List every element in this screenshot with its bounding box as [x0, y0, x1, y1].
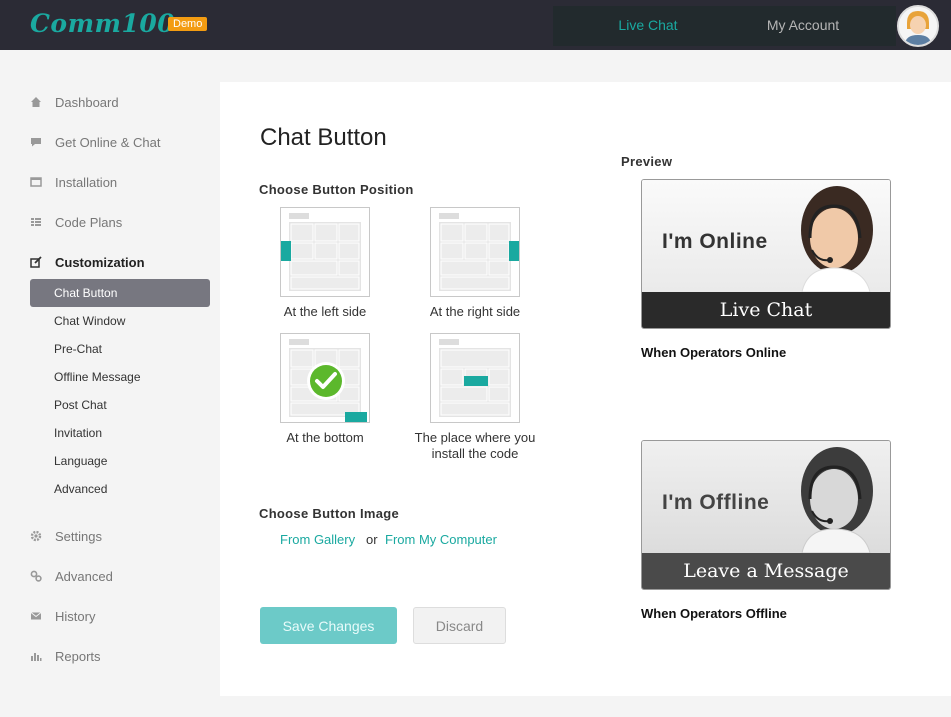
or-text: or [366, 532, 378, 547]
sub-item-offline-message[interactable]: Offline Message [30, 363, 210, 391]
position-caption-install-place: The place where you install the code [414, 430, 536, 461]
avatar[interactable] [897, 5, 939, 47]
home-icon [31, 97, 41, 107]
left-layout-icon [289, 213, 361, 291]
sidebar: Dashboard Get Online & Chat Installation… [0, 50, 220, 696]
sub-item-pre-chat[interactable]: Pre-Chat [30, 335, 210, 363]
top-nav: Live Chat My Account [553, 6, 896, 46]
sidebar-item-history[interactable]: History [30, 606, 95, 626]
sidebar-item-installation[interactable]: Installation [30, 172, 117, 192]
sidebar-item-label: Installation [55, 174, 118, 190]
chat-bubble-icon [31, 138, 41, 147]
logo[interactable]: Comm100 [30, 9, 175, 38]
offline-bar: Leave a Message [642, 553, 890, 589]
right-layout-icon [439, 213, 511, 291]
sub-item-post-chat[interactable]: Post Chat [30, 391, 210, 419]
button-marker [509, 241, 519, 261]
position-option-install-place[interactable] [430, 333, 520, 423]
preview-label: Preview [621, 154, 673, 169]
mail-icon [30, 612, 42, 620]
nav-my-account[interactable]: My Account [723, 6, 883, 46]
sub-item-chat-button[interactable]: Chat Button [30, 279, 210, 307]
sub-item-chat-window[interactable]: Chat Window [30, 307, 210, 335]
sub-item-language[interactable]: Language [30, 447, 210, 475]
sidebar-item-label: Customization [55, 254, 145, 270]
image-section-label: Choose Button Image [259, 506, 400, 521]
window-icon [30, 177, 42, 187]
sub-item-invitation[interactable]: Invitation [30, 419, 210, 447]
demo-badge: Demo [168, 17, 208, 31]
edit-icon [30, 256, 42, 268]
gear-icon [30, 530, 42, 542]
bar-chart-icon [31, 653, 42, 661]
sidebar-item-advanced[interactable]: Advanced [30, 566, 113, 586]
sidebar-item-label: Get Online & Chat [55, 134, 161, 150]
position-option-bottom[interactable] [280, 333, 370, 423]
sidebar-item-dashboard[interactable]: Dashboard [30, 92, 119, 112]
sidebar-item-label: Dashboard [55, 94, 119, 110]
position-option-right[interactable] [430, 207, 520, 297]
check-icon [307, 362, 345, 400]
position-section-label: Choose Button Position [259, 182, 414, 197]
sub-item-advanced[interactable]: Advanced [30, 475, 210, 503]
list-icon [31, 218, 41, 226]
page-title: Chat Button [260, 124, 387, 151]
online-caption: When Operators Online [641, 345, 787, 360]
offline-caption: When Operators Offline [641, 606, 787, 621]
online-bar: Live Chat [642, 292, 890, 328]
position-caption-bottom: At the bottom [286, 430, 364, 445]
from-computer-link[interactable]: From My Computer [385, 532, 497, 547]
sidebar-item-reports[interactable]: Reports [30, 646, 101, 666]
save-changes-button[interactable]: Save Changes [260, 607, 397, 644]
offline-button-preview: I'm Offline Leave a Message [641, 440, 891, 590]
main-panel: Chat Button Choose Button Position At th… [220, 82, 951, 696]
online-button-preview: I'm Online Live Chat [641, 179, 891, 329]
offline-status-text: I'm Offline [662, 491, 770, 514]
sidebar-item-label: History [55, 608, 96, 624]
top-bar: Comm100 Demo Live Chat My Account [0, 0, 951, 50]
sidebar-item-label: Settings [55, 528, 102, 544]
position-option-left[interactable] [280, 207, 370, 297]
discard-button[interactable]: Discard [413, 607, 506, 644]
button-marker [281, 241, 291, 261]
sidebar-item-settings[interactable]: Settings [30, 526, 102, 546]
button-marker [464, 376, 488, 386]
gears-icon [30, 570, 42, 582]
sidebar-item-code-plans[interactable]: Code Plans [30, 212, 122, 232]
sidebar-item-label: Code Plans [55, 214, 123, 230]
user-avatar-icon [899, 7, 937, 45]
button-marker [345, 412, 367, 422]
sidebar-item-label: Reports [55, 648, 101, 664]
sidebar-item-label: Advanced [55, 568, 113, 584]
nav-live-chat[interactable]: Live Chat [553, 6, 743, 46]
from-gallery-link[interactable]: From Gallery [280, 532, 355, 547]
sidebar-item-get-online-chat[interactable]: Get Online & Chat [30, 132, 161, 152]
position-caption-right: At the right side [429, 304, 521, 319]
sidebar-item-customization[interactable]: Customization [30, 252, 145, 272]
online-status-text: I'm Online [662, 230, 768, 253]
position-caption-left: At the left side [283, 304, 367, 319]
